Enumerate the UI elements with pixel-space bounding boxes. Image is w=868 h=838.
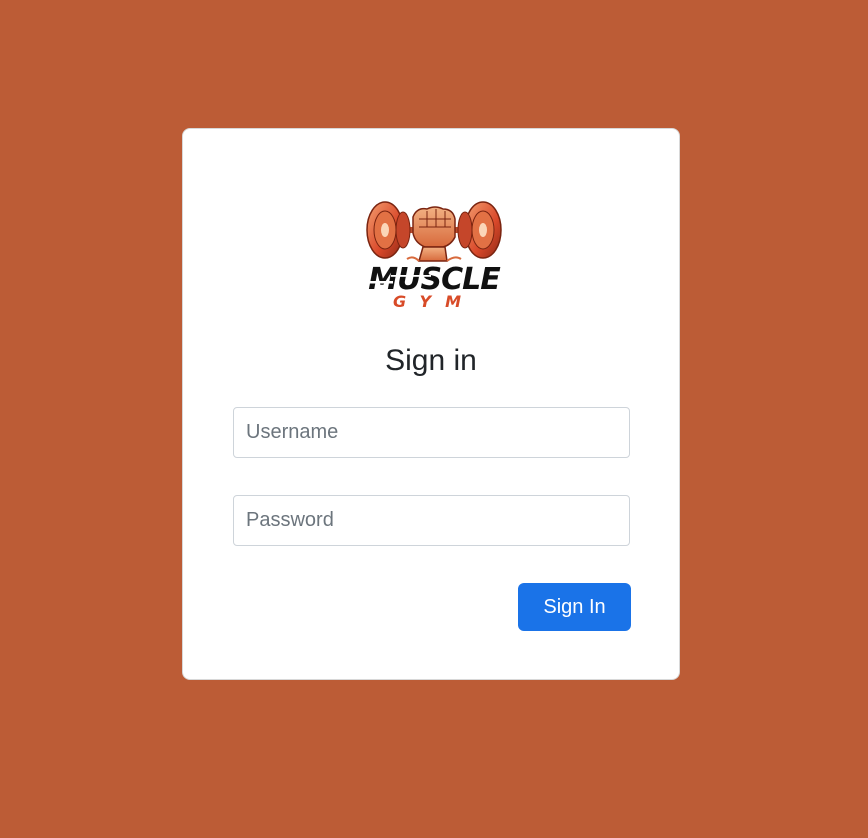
muscle-gym-logo: MUSCLE GYM [363,201,502,311]
username-input[interactable] [233,407,630,458]
logo-text-gym: GYM [393,292,475,311]
page-title: Sign in [385,344,477,377]
sign-in-button[interactable]: Sign In [518,583,631,631]
password-input[interactable] [233,495,630,546]
login-card: MUSCLE GYM Sign in Sign In [182,128,680,680]
dumbbell-fist-icon [366,201,502,262]
